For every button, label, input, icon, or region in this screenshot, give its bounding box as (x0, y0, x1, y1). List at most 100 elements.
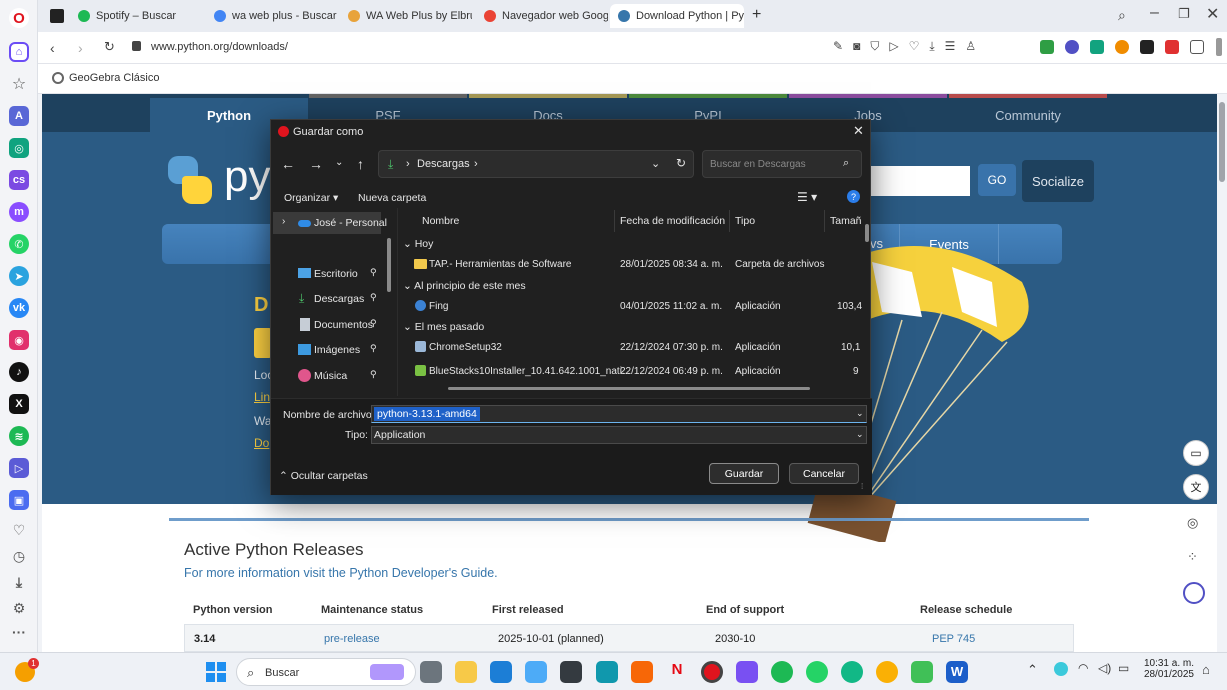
bookmark-geogebra[interactable]: GeoGebra Clásico (69, 72, 160, 84)
translate-icon[interactable]: 文 (1183, 474, 1209, 500)
calculator-icon[interactable] (596, 661, 618, 683)
search-tabs-icon[interactable]: ⌕ (1118, 7, 1126, 24)
app-hex-icon[interactable] (736, 661, 758, 683)
vk-icon[interactable]: vk (9, 298, 29, 318)
filename-dropdown-icon[interactable]: ⌄ (856, 408, 864, 419)
file-row[interactable]: BlueStacks10Installer_10.41.642.1001_nat… (398, 361, 860, 381)
tiktok-icon[interactable]: ♪ (9, 362, 29, 382)
chrome-taskbar-icon[interactable] (876, 661, 898, 683)
podcast-icon[interactable]: ◎ (1187, 515, 1198, 531)
group-hoy[interactable]: ⌄ Hoy (403, 238, 433, 250)
taskbar-search[interactable]: ⌕ Buscar (236, 658, 416, 686)
whatsapp-icon[interactable]: ✆ (9, 234, 29, 254)
office-icon[interactable] (631, 661, 653, 683)
shield-icon[interactable]: ⛉ (870, 39, 879, 54)
file-list-vscroll[interactable] (865, 224, 869, 242)
column-tipo[interactable]: Tipo (735, 215, 755, 227)
go-button[interactable]: GO (978, 164, 1016, 196)
wifi-icon[interactable]: ◠ (1078, 661, 1088, 675)
task-view-icon[interactable] (420, 661, 442, 683)
home-icon[interactable]: ⌂ (9, 42, 29, 62)
telegram-icon[interactable]: ➤ (9, 266, 29, 286)
file-explorer-icon[interactable] (455, 661, 477, 683)
file-row[interactable]: ChromeSetup32 22/12/2024 07:30 p. m. Apl… (398, 337, 860, 357)
extension-4-icon[interactable] (1115, 40, 1129, 54)
nav-escritorio[interactable]: Escritorio ⚲ (273, 264, 381, 284)
type-dropdown-icon[interactable]: ⌄ (856, 429, 864, 440)
clock[interactable]: 10:31 a. m. 28/01/2025 (1142, 658, 1194, 680)
expand-icon[interactable]: › (282, 216, 285, 227)
whatsapp-business-icon[interactable] (841, 661, 863, 683)
group-this-month[interactable]: ⌄ Al principio de este mes (403, 280, 526, 292)
spotify-icon[interactable]: ≋ (9, 426, 29, 446)
search-field[interactable] (870, 166, 970, 196)
group-last-month[interactable]: ⌄ El mes pasado (403, 321, 484, 333)
tab-menu-icon[interactable] (50, 9, 64, 23)
notepad-icon[interactable] (490, 661, 512, 683)
new-folder-button[interactable]: Nueva carpeta (358, 192, 426, 204)
settings-icon[interactable]: ⚙ (9, 598, 29, 618)
type-select[interactable]: Application ⌄ (371, 426, 867, 444)
nav-community[interactable]: Community (949, 94, 1107, 132)
back-icon[interactable]: ‹ (50, 40, 55, 56)
list-icon[interactable]: ☰ (945, 39, 956, 54)
word-icon[interactable]: W (946, 661, 968, 683)
whatsapp-taskbar-icon[interactable] (806, 661, 828, 683)
help-icon[interactable]: ? (847, 190, 860, 203)
dlg-forward-icon[interactable]: → (309, 156, 323, 172)
history-icon[interactable]: ◷ (9, 546, 29, 566)
socialize-button[interactable]: Socialize (1022, 160, 1094, 202)
instagram-icon[interactable]: ◉ (9, 330, 29, 350)
nav-descargas[interactable]: ⤓ Descargas ⚲ (273, 289, 381, 309)
heart-icon[interactable]: ♡ (909, 39, 920, 54)
reload-icon[interactable]: ↻ (104, 39, 115, 55)
restore-icon[interactable]: ❐ (1178, 6, 1190, 22)
star-icon[interactable]: ☆ (9, 74, 29, 94)
minimize-icon[interactable]: – (1150, 4, 1159, 22)
cs-icon[interactable]: cs (9, 170, 29, 190)
page-scrollbar[interactable] (1217, 94, 1227, 652)
refresh-icon[interactable]: ↻ (676, 156, 686, 170)
heart-icon[interactable]: ♡ (9, 520, 29, 540)
tab-python[interactable]: Download Python | Pytho (610, 4, 744, 28)
opera-taskbar-icon[interactable] (701, 661, 723, 683)
nav-onedrive[interactable]: › José - Personal (273, 212, 387, 234)
nav-musica[interactable]: Música ⚲ (273, 366, 381, 386)
opera-logo-icon[interactable]: O (9, 8, 29, 28)
link-fragment-1[interactable]: Lin (254, 390, 270, 404)
row-schedule-link[interactable]: PEP 745 (932, 633, 975, 645)
extension-6-icon[interactable] (1165, 40, 1179, 54)
aria-float-icon[interactable] (1183, 582, 1205, 604)
save-button[interactable]: Guardar (709, 463, 779, 484)
column-tamano[interactable]: Tamañ (830, 215, 862, 227)
battery-icon[interactable]: ▭ (1118, 661, 1129, 675)
dialog-close-icon[interactable]: ✕ (853, 123, 864, 139)
tab-wa-web-plus[interactable]: WA Web Plus by Elbruz Te (340, 4, 472, 28)
breadcrumb-descargas[interactable]: Descargas (417, 158, 470, 170)
breadcrumb[interactable]: ⤓ › Descargas › ⌄ ↻ (378, 150, 694, 178)
developer-guide-link[interactable]: For more information visit the Python De… (184, 566, 498, 580)
edit-icon[interactable]: ✎ (833, 39, 843, 54)
search-descargas-input[interactable]: Buscar en Descargas ⌕ (702, 150, 862, 178)
windows-start-icon[interactable] (206, 662, 226, 682)
view-options-icon[interactable]: ☰ ▾ (797, 190, 817, 204)
notifications-icon[interactable]: ⌂ (1202, 662, 1210, 677)
nav-documentos[interactable]: Documentos ⚲ (273, 315, 381, 335)
reader-icon[interactable]: ▭ (1183, 440, 1209, 466)
extension-2-icon[interactable] (1065, 40, 1079, 54)
x-icon[interactable]: X (9, 394, 29, 414)
close-window-icon[interactable]: ✕ (1206, 4, 1219, 24)
netflix-icon[interactable]: N (666, 661, 688, 683)
new-tab-icon[interactable]: + (752, 6, 761, 24)
tab-spotify[interactable]: Spotify – Buscar (70, 4, 204, 28)
chatgpt-icon[interactable]: ◎ (9, 138, 29, 158)
dlg-recent-icon[interactable]: ⌄ (335, 157, 343, 168)
messenger-icon[interactable]: m (9, 202, 29, 222)
snipping-icon[interactable] (560, 661, 582, 683)
dlg-up-icon[interactable]: ↑ (357, 156, 364, 172)
downloads-icon[interactable]: ⤓ (9, 572, 29, 592)
nav-imagenes[interactable]: Imágenes ⚲ (273, 340, 381, 360)
volume-icon[interactable]: ◁) (1098, 661, 1111, 675)
organize-menu[interactable]: Organizar ▾ (284, 192, 338, 204)
camera-icon[interactable]: ◙ (853, 39, 860, 54)
